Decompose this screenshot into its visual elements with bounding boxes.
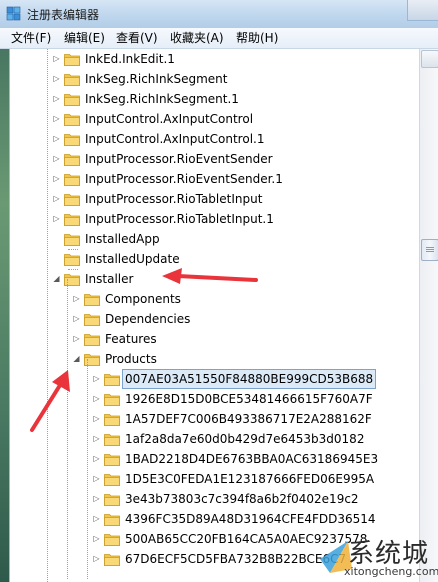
- watermark-url: xitongcheng.com: [344, 565, 438, 578]
- tree-node-label: 1A57DEF7C006B493386717E2A288162F: [125, 412, 372, 426]
- folder-icon: [84, 294, 100, 306]
- expand-arrow-icon[interactable]: ▷: [92, 534, 101, 543]
- folder-icon: [104, 534, 120, 546]
- tree-node-label: 1926E8D15D0BCE53481466615F760A7F: [125, 392, 373, 406]
- title-bar[interactable]: 注册表编辑器: [0, 0, 438, 29]
- folder-icon: [104, 494, 120, 506]
- folder-icon: [104, 374, 120, 386]
- expand-arrow-icon[interactable]: ▷: [72, 334, 81, 343]
- expand-arrow-icon[interactable]: ▷: [52, 214, 61, 223]
- tree-node-label: 4396FC35D89A48D31964CFE4FDD36514: [125, 512, 376, 526]
- tree-node-label: InkSeg.RichInkSegment: [85, 72, 228, 86]
- folder-icon: [64, 114, 80, 126]
- expand-arrow-icon[interactable]: ▷: [52, 194, 61, 203]
- expand-arrow-icon[interactable]: ▷: [92, 514, 101, 523]
- expand-arrow-icon[interactable]: ▷: [92, 394, 101, 403]
- folder-icon: [64, 94, 80, 106]
- folder-icon: [64, 54, 80, 66]
- menu-view[interactable]: 查看(V): [114, 30, 160, 46]
- expand-arrow-icon[interactable]: ▷: [92, 494, 101, 503]
- expand-arrow-icon[interactable]: ▷: [72, 314, 81, 323]
- folder-icon: [104, 414, 120, 426]
- tree-node-label: InputControl.AxInputControl: [85, 112, 254, 126]
- window-control-button[interactable]: [407, 0, 438, 21]
- expand-arrow-icon[interactable]: ▷: [92, 374, 101, 383]
- registry-tree-pane[interactable]: ▷ InkEd.InkEdit.1 ▷ InkSeg.RichInkSegment ▷ I…: [9, 49, 420, 582]
- tree-node-label: InputProcessor.RioTabletInput.1: [85, 212, 274, 226]
- expand-arrow-icon[interactable]: ▷: [52, 174, 61, 183]
- tree-node-label: 3e43b73803c7c394f8a6b2f0402e19c2: [125, 492, 359, 506]
- vertical-scrollbar[interactable]: [419, 49, 438, 582]
- folder-icon: [104, 514, 120, 526]
- tree-node-label: InputControl.AxInputControl.1: [85, 132, 265, 146]
- expand-arrow-icon[interactable]: ▷: [92, 454, 101, 463]
- window-title: 注册表编辑器: [27, 8, 100, 22]
- menu-favorites[interactable]: 收藏夹(A): [168, 30, 226, 46]
- expand-arrow-icon[interactable]: ▷: [52, 74, 61, 83]
- expand-arrow-icon[interactable]: ▷: [92, 414, 101, 423]
- regedit-app-icon: [6, 6, 21, 21]
- expand-arrow-icon[interactable]: ▷: [92, 434, 101, 443]
- tree-node-label: 1D5E3C0FEDA1E123187666FED06E995A: [125, 472, 375, 486]
- folder-icon: [84, 314, 100, 326]
- folder-icon: [64, 234, 80, 246]
- folder-icon: [64, 174, 80, 186]
- tree-node-label: 007AE03A51550F84880BE999CD53B688: [121, 369, 377, 389]
- menu-help[interactable]: 帮助(H): [234, 30, 280, 46]
- expand-arrow-icon[interactable]: ▷: [92, 554, 101, 563]
- tree-node-label: 1af2a8da7e60d0b429d7e6453b3d0182: [125, 432, 365, 446]
- collapse-arrow-icon[interactable]: ◢: [52, 274, 61, 283]
- folder-icon: [104, 554, 120, 566]
- tree-node-label: Installer: [85, 272, 134, 286]
- collapse-arrow-icon[interactable]: ◢: [72, 354, 81, 363]
- menu-file[interactable]: 文件(F): [9, 30, 53, 46]
- tree-node-label: InputProcessor.RioTabletInput: [85, 192, 263, 206]
- tree-node-label: Products: [105, 352, 157, 366]
- expand-arrow-icon[interactable]: ▷: [52, 154, 61, 163]
- tree-node-label: Features: [105, 332, 157, 346]
- tree-node-label: 1BAD2218D4DE6763BBA0AC63186945E3: [125, 452, 379, 466]
- registry-editor-window: 注册表编辑器 文件(F) 编辑(E) 查看(V) 收藏夹(A) 帮助(H) ▷ I…: [0, 0, 438, 582]
- red-annotation-arrow-installer: [162, 268, 258, 284]
- expand-arrow-icon[interactable]: ▷: [52, 114, 61, 123]
- folder-icon: [64, 154, 80, 166]
- folder-icon: [64, 254, 80, 266]
- red-annotation-arrow-products: [30, 370, 70, 432]
- scroll-up-button[interactable]: [421, 50, 438, 68]
- folder-icon: [84, 334, 100, 346]
- menu-bar: 文件(F) 编辑(E) 查看(V) 收藏夹(A) 帮助(H): [0, 28, 438, 49]
- menu-edit[interactable]: 编辑(E): [62, 30, 107, 46]
- expand-arrow-icon[interactable]: ▷: [52, 54, 61, 63]
- tree-guide-line: [87, 359, 88, 579]
- expand-arrow-icon[interactable]: ▷: [72, 294, 81, 303]
- tree-guide-line: [47, 49, 48, 582]
- desktop-background-strip: [0, 0, 9, 582]
- tree-node-label: InputProcessor.RioEventSender: [85, 152, 273, 166]
- tree-node-label: Dependencies: [105, 312, 191, 326]
- folder-icon: [64, 194, 80, 206]
- tree-node-label: InstalledApp: [85, 232, 160, 246]
- folder-icon: [104, 474, 120, 486]
- tree-node-label: Components: [105, 292, 181, 306]
- expand-arrow-icon[interactable]: ▷: [52, 134, 61, 143]
- folder-icon: [64, 134, 80, 146]
- scrollbar-thumb[interactable]: [421, 239, 438, 261]
- folder-icon: [104, 434, 120, 446]
- tree-node-label: InputProcessor.RioEventSender.1: [85, 172, 283, 186]
- folder-icon: [104, 454, 120, 466]
- tree-node-label: InkEd.InkEdit.1: [85, 52, 175, 66]
- tree-guide-line: [68, 249, 78, 250]
- folder-icon: [104, 394, 120, 406]
- folder-icon: [64, 214, 80, 226]
- tree-node-label: InkSeg.RichInkSegment.1: [85, 92, 239, 106]
- tree-guide-line: [68, 269, 78, 270]
- expand-arrow-icon[interactable]: ▷: [52, 94, 61, 103]
- expand-arrow-icon[interactable]: ▷: [92, 474, 101, 483]
- folder-icon: [64, 74, 80, 86]
